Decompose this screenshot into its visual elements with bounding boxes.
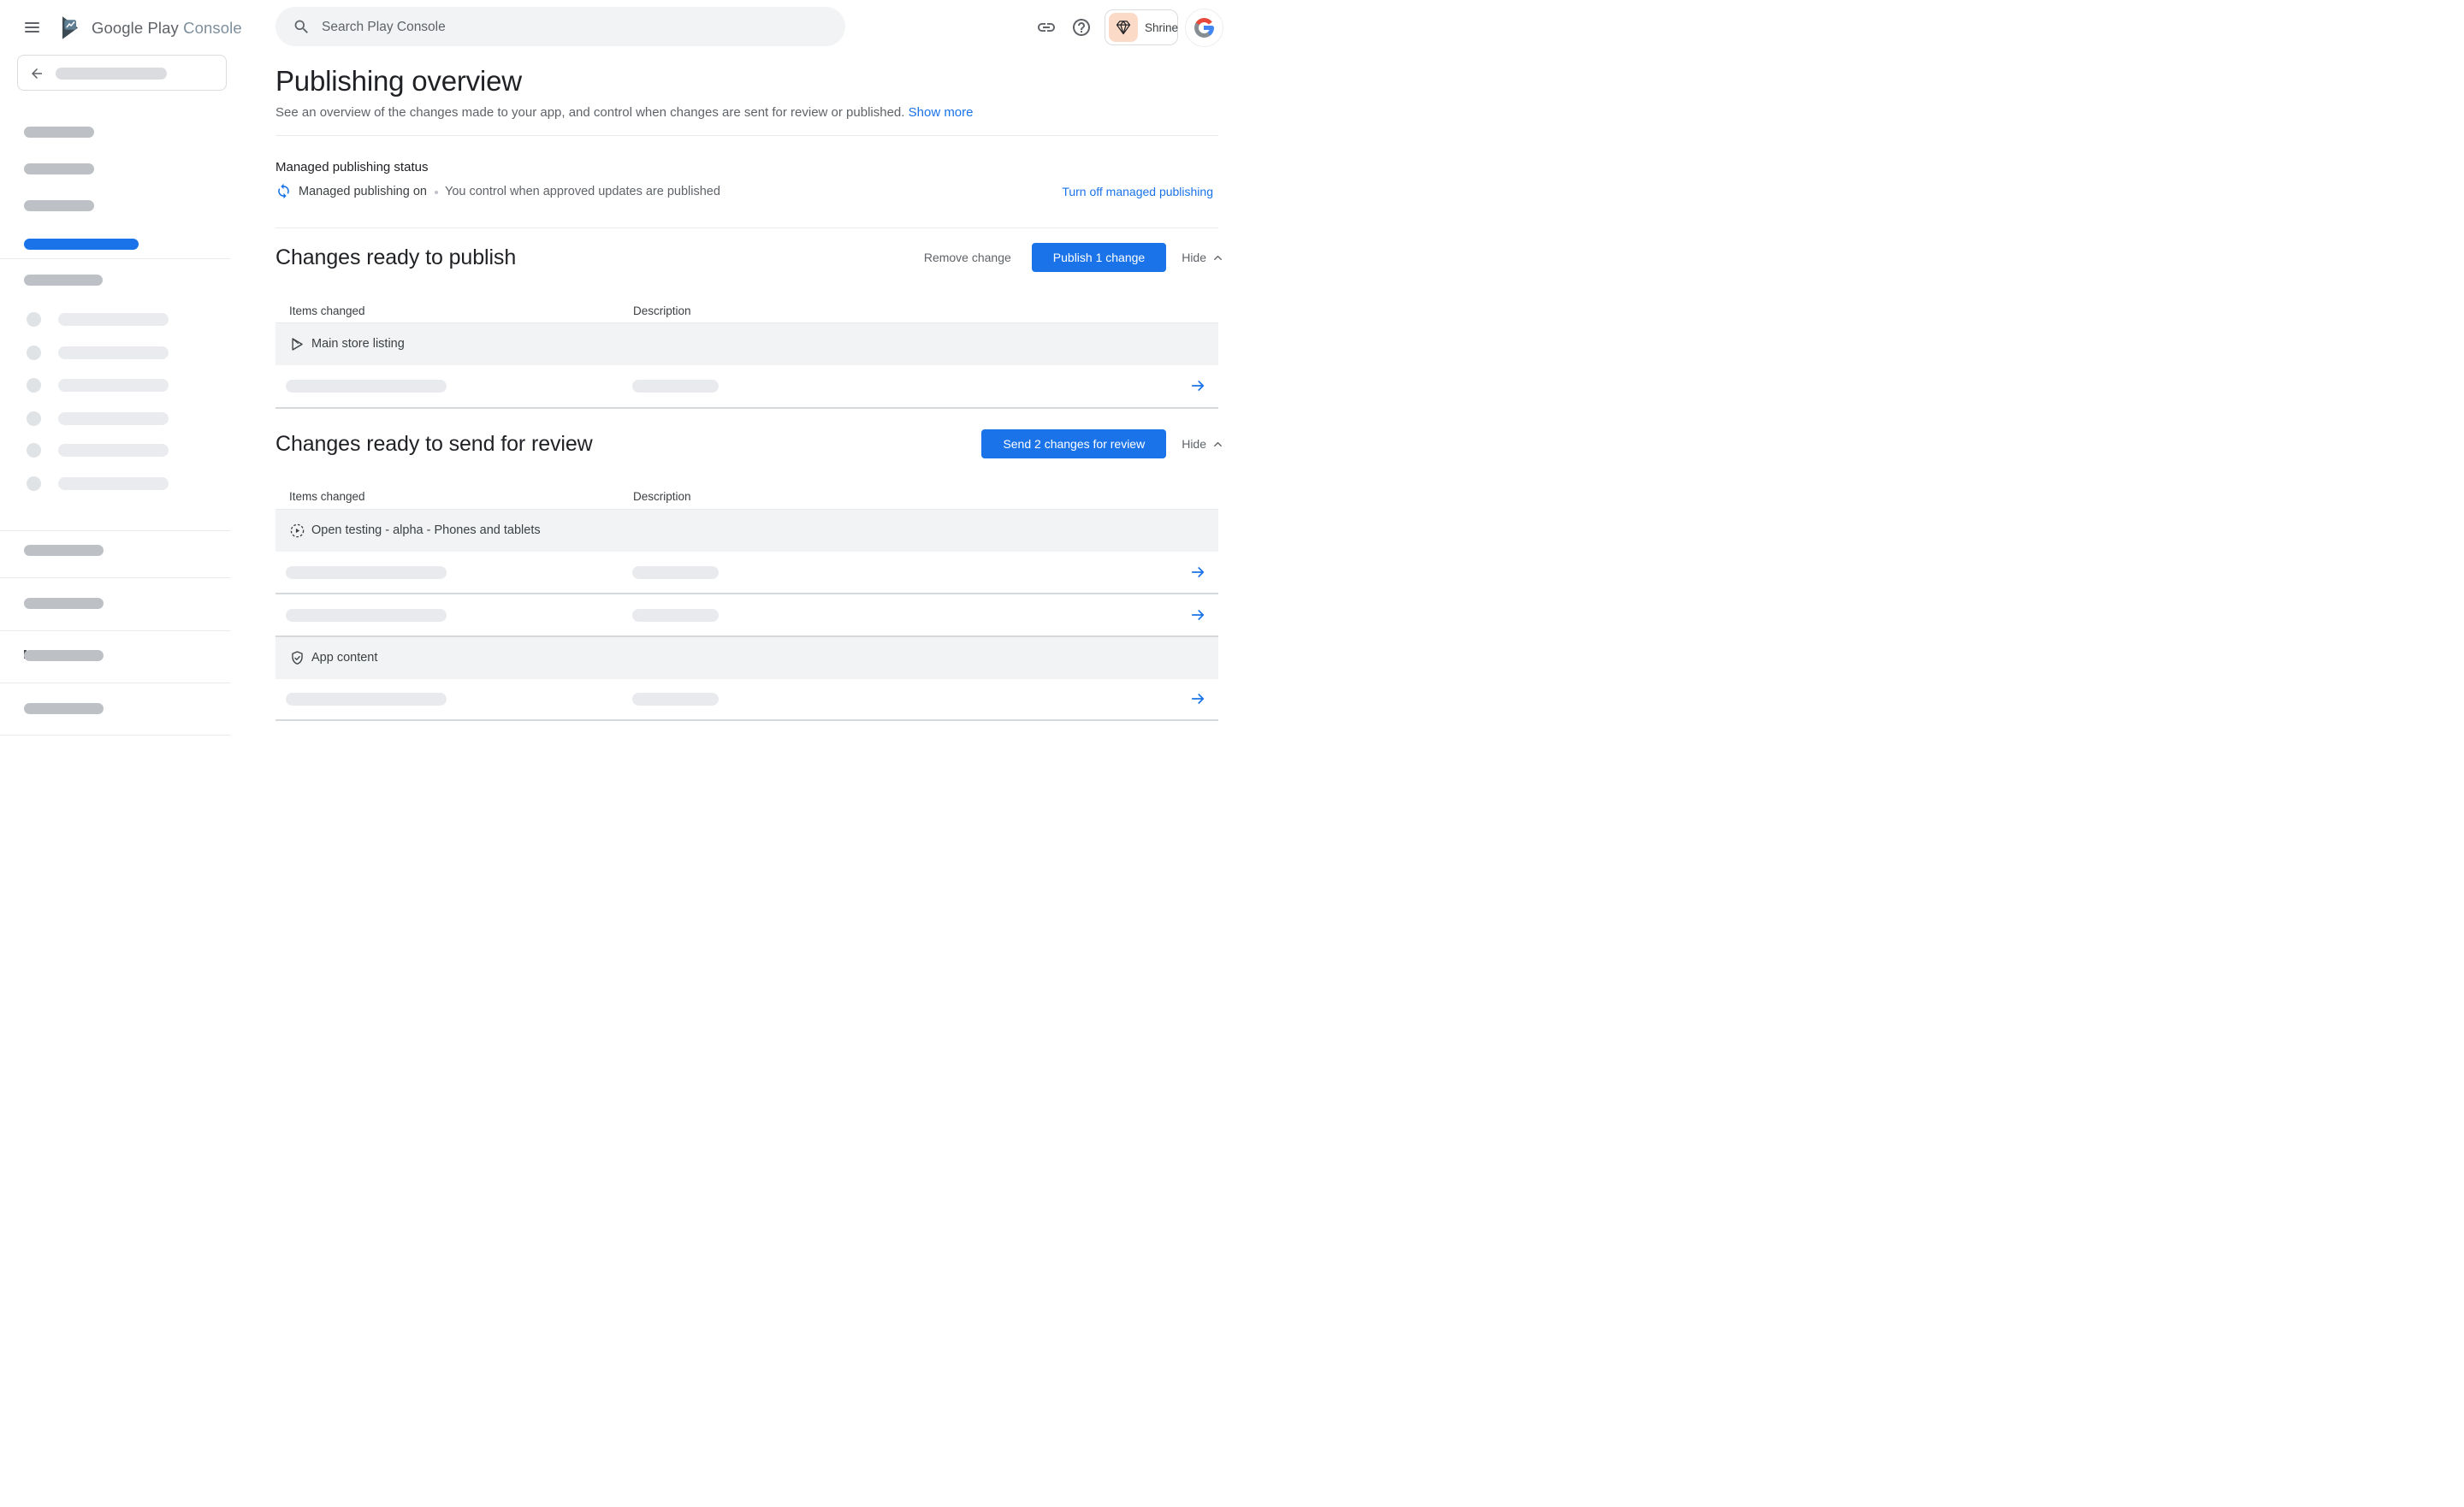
group-row-label: App content	[311, 651, 377, 665]
managed-publishing-status: Managed publishing on	[299, 185, 427, 198]
app-name: Shrine	[1145, 21, 1178, 34]
managed-publishing-description: You control when approved updates are pu…	[445, 185, 720, 198]
change-row-skeleton	[275, 594, 1218, 636]
sidebar-icon-placeholder	[27, 378, 41, 393]
description-skeleton	[632, 609, 719, 622]
play-outline-icon	[289, 336, 305, 352]
section-divider	[275, 407, 1218, 409]
sidebar-item-placeholder	[58, 477, 169, 490]
item-skeleton	[286, 693, 447, 706]
arrow-right-icon[interactable]	[1189, 377, 1206, 394]
publish-section-title: Changes ready to publish	[275, 245, 516, 270]
sidebar-item-placeholder	[58, 313, 169, 326]
sidebar-item-placeholder	[24, 200, 94, 211]
send-changes-for-review-button[interactable]: Send 2 changes for review	[981, 429, 1166, 458]
managed-publishing-heading: Managed publishing status	[275, 160, 428, 174]
arrow-left-icon	[29, 66, 44, 81]
column-items-changed: Items changed	[289, 490, 365, 503]
description-skeleton	[632, 380, 719, 393]
sync-arrows-icon	[275, 183, 292, 199]
review-section-header: Changes ready to send for review Send 2 …	[275, 427, 1218, 461]
show-more-link[interactable]: Show more	[909, 105, 974, 120]
column-description: Description	[633, 304, 691, 317]
sidebar-divider	[0, 630, 230, 631]
item-skeleton	[286, 380, 447, 393]
sidebar-section-placeholder	[24, 275, 103, 286]
item-skeleton	[286, 609, 447, 622]
sidebar-divider	[0, 258, 230, 259]
google-g-icon	[1194, 18, 1214, 38]
sidebar-item-placeholder	[24, 127, 94, 138]
sidebar-item-placeholder	[24, 163, 94, 174]
change-row-skeleton	[275, 365, 1218, 407]
sidebar-item-active[interactable]	[24, 239, 139, 250]
help-icon[interactable]	[1071, 17, 1092, 38]
gem-diamond-icon	[1115, 19, 1132, 36]
sidebar-item-placeholder	[58, 379, 169, 392]
sidebar-item-placeholder	[58, 346, 169, 359]
arrow-right-icon[interactable]	[1189, 606, 1206, 623]
divider	[275, 135, 1218, 136]
column-description: Description	[633, 490, 691, 503]
remove-change-button[interactable]: Remove change	[924, 251, 1011, 264]
arrow-right-icon[interactable]	[1189, 690, 1206, 707]
shield-check-icon	[289, 650, 305, 666]
sidebar-icon-placeholder	[27, 312, 41, 327]
group-row-label: Open testing - alpha - Phones and tablet…	[311, 523, 541, 537]
sidebar-divider	[0, 735, 230, 736]
chevron-up-icon	[1212, 439, 1223, 450]
section-divider	[275, 719, 1218, 721]
sidebar-icon-placeholder	[27, 443, 41, 458]
change-row-skeleton	[275, 552, 1218, 594]
account-avatar[interactable]	[1185, 9, 1223, 47]
app-thumbnail	[1109, 13, 1138, 42]
sidebar-skeleton	[56, 68, 167, 80]
review-table-header: Items changed Description	[275, 490, 1218, 505]
group-row-label: Main store listing	[311, 337, 405, 351]
page-subtitle: See an overview of the changes made to y…	[275, 105, 974, 120]
description-skeleton	[632, 566, 719, 579]
sidebar-icon-placeholder	[27, 411, 41, 426]
sidebar-item-placeholder	[58, 444, 169, 457]
search-icon	[293, 18, 311, 36]
hide-review-section-button[interactable]: Hide	[1182, 437, 1223, 451]
page-title: Publishing overview	[275, 65, 522, 98]
sidebar-divider	[0, 530, 230, 531]
menu-icon[interactable]	[25, 22, 39, 33]
group-row-app-content[interactable]: App content	[275, 637, 1218, 679]
item-skeleton	[286, 566, 447, 579]
sidebar-divider	[0, 577, 230, 578]
column-items-changed: Items changed	[289, 304, 365, 317]
review-section-title: Changes ready to send for review	[275, 432, 593, 457]
hide-publish-section-button[interactable]: Hide	[1182, 251, 1223, 264]
sidebar-item-placeholder	[24, 598, 104, 609]
change-row-skeleton	[275, 678, 1218, 720]
sidebar-icon-placeholder	[27, 346, 41, 360]
managed-publishing-status-row: Managed publishing on You control when a…	[275, 183, 1218, 200]
description-skeleton	[632, 693, 719, 706]
group-row-open-testing[interactable]: Open testing - alpha - Phones and tablet…	[275, 510, 1218, 552]
sidebar-item-placeholder	[58, 412, 169, 425]
turn-off-managed-publishing-link[interactable]: Turn off managed publishing	[1062, 185, 1213, 198]
sidebar-item-placeholder	[24, 650, 104, 661]
dashed-circle-play-icon	[289, 523, 305, 539]
sidebar-item-placeholder	[24, 703, 104, 714]
play-console-logo-icon[interactable]	[58, 15, 85, 41]
sidebar-item-placeholder	[24, 545, 104, 556]
publish-table-header: Items changed Description	[275, 304, 1218, 320]
group-row-main-store-listing[interactable]: Main store listing	[275, 323, 1218, 365]
publish-change-button[interactable]: Publish 1 change	[1032, 243, 1166, 272]
chain-link-icon[interactable]	[1036, 17, 1057, 38]
back-navigation-card[interactable]	[17, 55, 227, 91]
dot-separator	[435, 191, 438, 194]
logo-wordmark: Google Play Console	[92, 19, 242, 38]
sidebar-icon-placeholder	[27, 476, 41, 491]
chevron-up-icon	[1212, 252, 1223, 263]
publish-section-header: Changes ready to publish Remove change P…	[275, 240, 1218, 275]
app-switcher-chip[interactable]: Shrine	[1105, 9, 1178, 45]
search-input[interactable]	[320, 7, 828, 48]
search-bar[interactable]	[275, 7, 845, 46]
arrow-right-icon[interactable]	[1189, 564, 1206, 581]
